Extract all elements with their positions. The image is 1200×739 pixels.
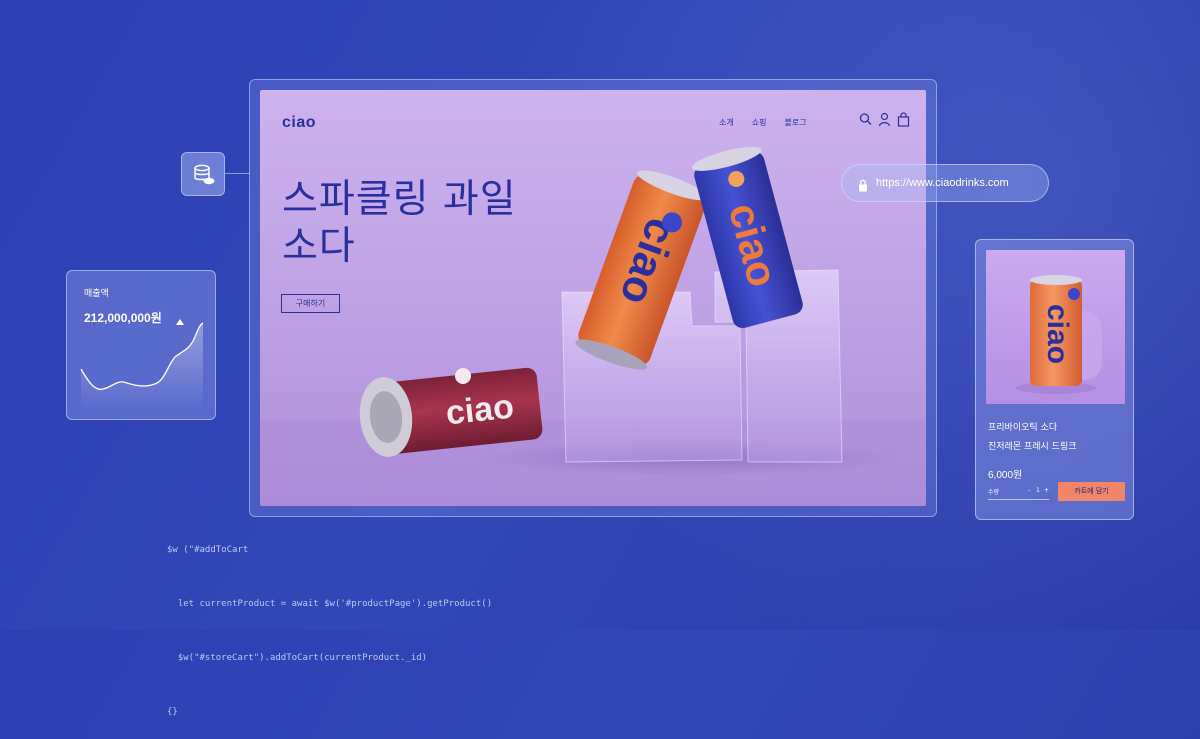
quantity-minus-button[interactable]: -	[1028, 487, 1030, 494]
website-preview: ciao 소개 쇼핑 블로그 ciao ciao ciao 스파클링 과일 소다…	[260, 90, 926, 506]
code-line: let currentProduct = await $w('#productP…	[167, 599, 493, 609]
database-icon	[192, 163, 216, 191]
product-description: 진저레몬 프레시 드링크	[988, 442, 1077, 452]
product-card: ciao 프리바이오틱 소다 진저레몬 프레시 드링크 6,000원 수량 - …	[975, 239, 1134, 520]
hero-title: 스파클링 과일 소다	[282, 176, 572, 270]
maroon-can-brand: ciao	[444, 388, 516, 433]
revenue-card: 매출액 212,000,000원	[66, 270, 216, 420]
add-to-cart-button[interactable]: 카트에 담기	[1058, 482, 1125, 501]
code-line: $w("#storeCart").addToCart(currentProduc…	[167, 653, 428, 663]
code-snippet: $w ("#addToCart let currentProduct = awa…	[167, 505, 492, 739]
hero-title-line-1: 스파클링 과일	[282, 177, 517, 222]
buy-button[interactable]: 구매하기	[281, 294, 340, 313]
url-text: https://www.ciaodrinks.com	[876, 177, 1009, 189]
product-price: 6,000원	[988, 470, 1023, 481]
triangle-up-icon	[175, 311, 185, 325]
code-line: {}	[167, 707, 178, 717]
code-line: $w ("#addToCart	[167, 545, 249, 555]
revenue-sparkline	[80, 322, 204, 411]
revenue-label: 매출액	[84, 289, 109, 299]
connector-line	[225, 173, 250, 174]
hero-title-line-2: 소다	[282, 224, 356, 269]
quantity-label: 수량	[988, 489, 1000, 496]
database-widget[interactable]	[181, 152, 225, 196]
quantity-stepper[interactable]: 수량 - 1 +	[988, 487, 1049, 500]
product-photo: ciao	[986, 250, 1125, 404]
quantity-value: 1	[1036, 487, 1040, 494]
product-name: 프리바이오틱 소다	[988, 423, 1058, 433]
lock-icon	[858, 177, 868, 192]
url-bar[interactable]: https://www.ciaodrinks.com	[841, 164, 1049, 202]
hero-product-photo: ciao ciao ciao	[260, 146, 926, 506]
product-can-brand: ciao	[1041, 304, 1074, 364]
quantity-plus-button[interactable]: +	[1044, 487, 1049, 494]
